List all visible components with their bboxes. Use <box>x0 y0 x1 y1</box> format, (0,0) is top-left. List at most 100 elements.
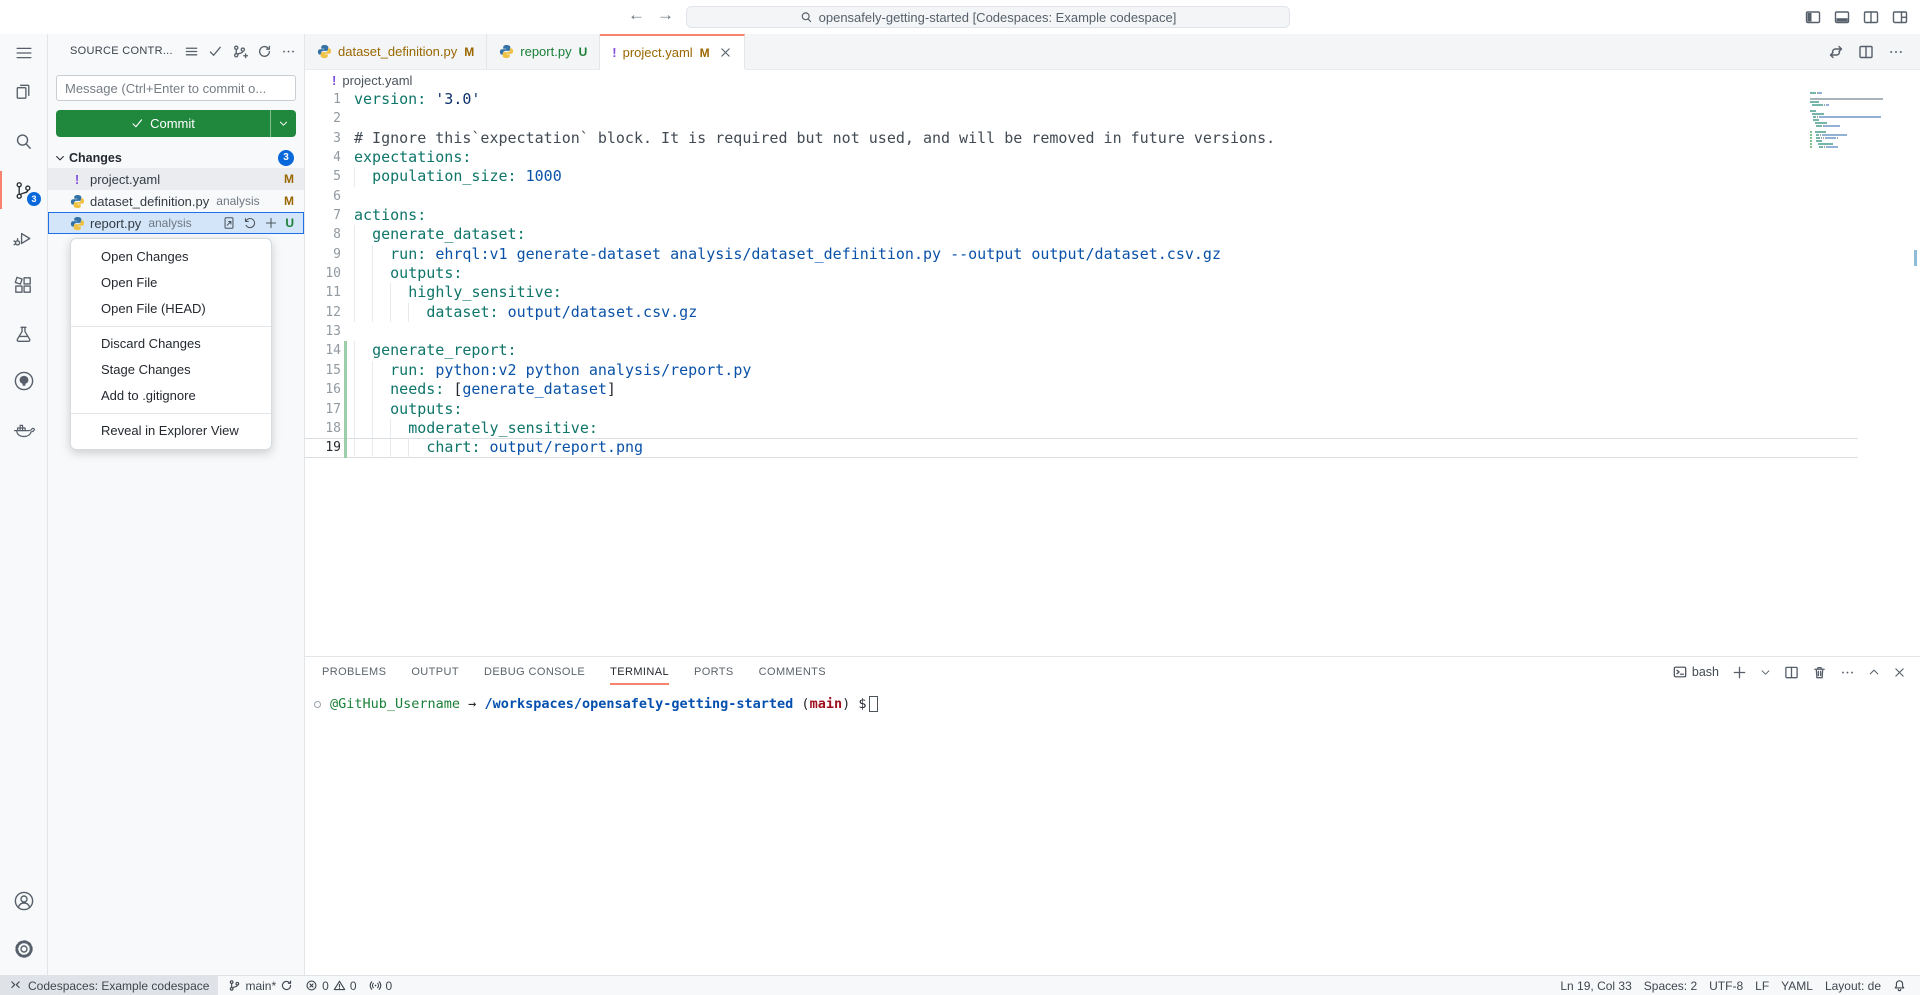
nav-forward-icon[interactable]: → <box>657 5 674 25</box>
source-control-icon[interactable]: 3 <box>0 173 47 207</box>
more-actions-icon[interactable] <box>1888 44 1904 60</box>
extensions-icon[interactable] <box>0 268 47 302</box>
code-line[interactable]: 14generate_report: <box>305 341 1920 360</box>
branch-status[interactable]: main* <box>222 976 299 995</box>
close-icon[interactable] <box>719 46 732 59</box>
minimap[interactable] <box>1810 92 1906 149</box>
panel-tab-output[interactable]: OUTPUT <box>411 657 459 687</box>
change-row-dataset_definition.py[interactable]: dataset_definition.pyanalysisM <box>48 190 304 212</box>
code-line[interactable]: 10outputs: <box>305 264 1920 283</box>
customize-layout-icon[interactable] <box>1892 9 1908 25</box>
explorer-icon[interactable] <box>0 74 47 108</box>
change-row-project.yaml[interactable]: !project.yamlM <box>48 168 304 190</box>
menu-item-open-file[interactable]: Open File <box>71 270 271 296</box>
settings-gear-icon[interactable] <box>0 932 47 966</box>
menu-icon[interactable] <box>0 36 47 70</box>
new-terminal-icon[interactable] <box>1732 665 1747 680</box>
editor-tab-dataset_definition.py[interactable]: dataset_definition.pyM <box>305 34 487 69</box>
code-line[interactable]: 19chart: output/report.png <box>305 438 1920 457</box>
code-line[interactable]: 8generate_dataset: <box>305 225 1920 244</box>
commit-dropdown[interactable] <box>270 110 296 137</box>
language-mode[interactable]: YAML <box>1775 976 1819 995</box>
code-line[interactable]: 9run: ehrql:v1 generate-dataset analysis… <box>305 245 1920 264</box>
commit-message-input[interactable] <box>56 75 296 101</box>
keyboard-layout[interactable]: Layout: de <box>1819 976 1887 995</box>
run-debug-icon[interactable] <box>0 221 47 255</box>
discard-icon[interactable] <box>243 216 257 230</box>
commit-button[interactable]: Commit <box>56 110 296 137</box>
terminal-dropdown-icon[interactable] <box>1760 667 1771 678</box>
code-line[interactable]: 7actions: <box>305 206 1920 225</box>
nav-back-icon[interactable]: ← <box>628 5 645 25</box>
menu-item-add-to-gitignore[interactable]: Add to .gitignore <box>71 383 271 409</box>
change-row-report.py[interactable]: report.pyanalysisU <box>48 212 304 234</box>
ports-status[interactable]: 0 <box>363 976 399 995</box>
code-editor[interactable]: 1version: '3.0'23# Ignore this`expectati… <box>305 90 1920 656</box>
split-terminal-icon[interactable] <box>1784 665 1799 680</box>
split-editor-icon[interactable] <box>1858 44 1874 60</box>
panel-tab-ports[interactable]: PORTS <box>694 657 734 687</box>
panel-tab-terminal[interactable]: TERMINAL <box>610 657 669 687</box>
code-line[interactable]: 18moderately_sensitive: <box>305 419 1920 438</box>
tab-label: dataset_definition.py <box>338 44 457 59</box>
cursor-position[interactable]: Ln 19, Col 33 <box>1554 976 1637 995</box>
more-actions-icon[interactable] <box>281 44 296 59</box>
create-branch-icon[interactable] <box>232 44 248 59</box>
close-panel-icon[interactable] <box>1893 666 1906 679</box>
code-line[interactable]: 4expectations: <box>305 148 1920 167</box>
code-line[interactable]: 3# Ignore this`expectation` block. It is… <box>305 129 1920 148</box>
code-line[interactable]: 2 <box>305 109 1920 128</box>
code-line[interactable]: 1version: '3.0' <box>305 90 1920 109</box>
encoding[interactable]: UTF-8 <box>1703 976 1749 995</box>
testing-flask-icon[interactable] <box>0 317 47 351</box>
code-line[interactable]: 12dataset: output/dataset.csv.gz <box>305 303 1920 322</box>
panel-tab-comments[interactable]: COMMENTS <box>759 657 826 687</box>
code-line[interactable]: 11highly_sensitive: <box>305 283 1920 302</box>
search-icon[interactable] <box>0 124 47 158</box>
code-line[interactable]: 13 <box>305 322 1920 341</box>
terminal-shell-pill[interactable]: bash <box>1673 665 1719 679</box>
docker-icon[interactable] <box>0 413 47 447</box>
view-as-list-icon[interactable] <box>184 44 199 59</box>
eol-sequence[interactable]: LF <box>1749 976 1775 995</box>
changes-section-header[interactable]: Changes 3 <box>48 148 304 168</box>
more-actions-icon[interactable] <box>1840 665 1855 680</box>
editor-tab-project.yaml[interactable]: !project.yamlM <box>600 34 744 69</box>
refresh-icon[interactable] <box>257 44 272 59</box>
panel-tab-debug-console[interactable]: DEBUG CONSOLE <box>484 657 585 687</box>
split-editor-icon[interactable] <box>1863 9 1879 25</box>
toggle-sidebar-icon[interactable] <box>1805 9 1821 25</box>
code-line[interactable]: 16needs: [generate_dataset] <box>305 380 1920 399</box>
menu-item-discard-changes[interactable]: Discard Changes <box>71 331 271 357</box>
maximize-panel-icon[interactable] <box>1868 666 1880 678</box>
menu-item-reveal-in-explorer-view[interactable]: Reveal in Explorer View <box>71 418 271 444</box>
indent-guide <box>372 400 373 419</box>
code-line[interactable]: 17outputs: <box>305 400 1920 419</box>
indent-guide <box>354 167 355 186</box>
open-changes-icon[interactable] <box>1828 44 1844 60</box>
indentation[interactable]: Spaces: 2 <box>1638 976 1703 995</box>
editor-tab-report.py[interactable]: report.pyU <box>487 34 600 69</box>
github-icon[interactable] <box>0 364 47 398</box>
problems-status[interactable]: 0 0 <box>299 976 362 995</box>
menu-item-open-file-head-[interactable]: Open File (HEAD) <box>71 296 271 322</box>
open-file-icon[interactable] <box>222 216 236 230</box>
terminal[interactable]: @GitHub_Username → /workspaces/opensafel… <box>305 687 1920 712</box>
toggle-panel-icon[interactable] <box>1834 9 1850 25</box>
commit-check-icon[interactable] <box>208 44 223 59</box>
menu-item-open-changes[interactable]: Open Changes <box>71 244 271 270</box>
account-icon[interactable] <box>0 884 47 918</box>
stage-icon[interactable] <box>264 216 278 230</box>
code-line[interactable]: 5population_size: 1000 <box>305 167 1920 186</box>
command-center-search[interactable]: opensafely-getting-started [Codespaces: … <box>686 6 1290 28</box>
notifications-bell[interactable] <box>1887 976 1912 995</box>
remote-indicator[interactable]: Codespaces: Example codespace <box>0 976 218 995</box>
panel-tab-problems[interactable]: PROBLEMS <box>322 657 386 687</box>
menu-item-stage-changes[interactable]: Stage Changes <box>71 357 271 383</box>
gutter <box>344 129 347 148</box>
code-line[interactable]: 15run: python:v2 python analysis/report.… <box>305 361 1920 380</box>
code-line[interactable]: 6 <box>305 187 1920 206</box>
breadcrumb[interactable]: ! project.yaml <box>305 70 1920 90</box>
kill-terminal-trash-icon[interactable] <box>1812 665 1827 680</box>
minimap-line <box>1810 122 1906 124</box>
